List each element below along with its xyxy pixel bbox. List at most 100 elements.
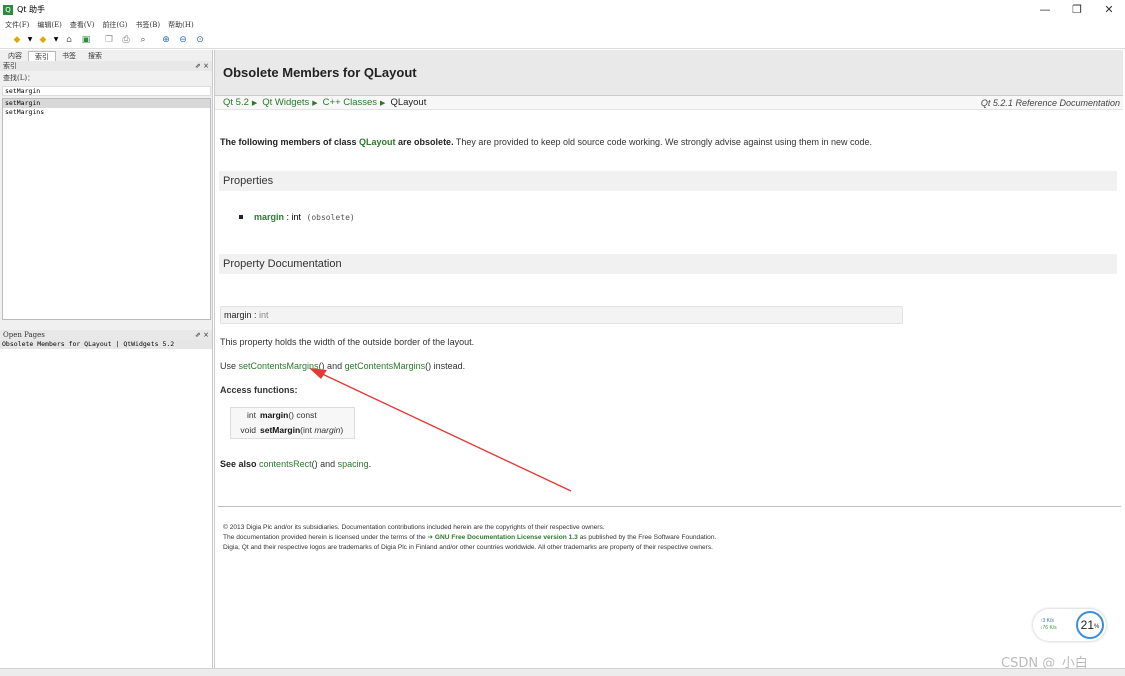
external-link-icon: ➜ <box>427 534 435 541</box>
usage-unit: % <box>1094 624 1100 630</box>
function-param: margin <box>314 425 341 435</box>
window-title: Qt 助手 <box>17 5 45 14</box>
tab-index[interactable]: 索引 <box>28 51 56 61</box>
text: Use <box>220 361 239 371</box>
download-speed: ↓76 K/s <box>1040 625 1057 631</box>
footer: © 2013 Digia Plc and/or its subsidiaries… <box>223 523 716 553</box>
function-name: margin <box>260 410 289 420</box>
minimize-button[interactable]: — <box>1029 0 1061 19</box>
property-doc-heading: Property Documentation <box>219 254 1117 274</box>
breadcrumb-qt[interactable]: Qt 5.2 <box>223 97 249 108</box>
zoom-out-icon[interactable]: ⊖ <box>176 33 190 47</box>
property-list-item: margin : int (obsolete) <box>239 212 355 222</box>
set-contents-margins-link[interactable]: setContentsMargins <box>239 361 319 371</box>
close-button[interactable]: ✕ <box>1093 0 1125 19</box>
tab-bookmarks[interactable]: 书签 <box>56 51 82 61</box>
bullet-icon <box>239 215 243 219</box>
return-type: void <box>240 425 256 435</box>
menu-help[interactable]: 帮助(H) <box>168 20 194 30</box>
function-signature: setMargin(int margin) <box>258 423 343 438</box>
dropdown-arrow-icon[interactable]: ▼ <box>53 33 59 47</box>
text: () instead. <box>425 361 466 371</box>
menu-bookmarks[interactable]: 书签(B) <box>136 20 161 30</box>
dropdown-arrow-icon[interactable]: ▼ <box>27 33 33 47</box>
home-icon[interactable]: ⌂ <box>62 33 76 47</box>
menu-file[interactable]: 文件(F) <box>5 20 29 30</box>
qt-assistant-icon: Q <box>3 4 13 15</box>
open-pages-dock: Open Pages ⇗ × Obsolete Members for QLay… <box>0 330 212 676</box>
qlayout-link[interactable]: QLayout <box>359 137 396 147</box>
open-page-item[interactable]: Obsolete Members for QLayout | QtWidgets… <box>0 340 212 349</box>
title-bar: Q Qt 助手 — ❐ ✕ <box>0 0 1125 19</box>
index-results-list: setMargin setMargins <box>2 98 211 320</box>
tab-contents[interactable]: 内容 <box>2 51 28 61</box>
dock-float-close-icon[interactable]: ⇗ × <box>195 62 209 70</box>
tab-search[interactable]: 搜索 <box>82 51 108 61</box>
list-item[interactable]: setMargins <box>3 108 210 117</box>
footer-copyright: © 2013 Digia Plc and/or its subsidiaries… <box>223 524 605 531</box>
access-functions-table: int margin() const void setMargin(int ma… <box>230 407 355 439</box>
reset-zoom-icon[interactable]: ⊙ <box>193 33 207 47</box>
page-title: Obsolete Members for QLayout <box>223 65 417 80</box>
status-bar <box>0 668 1125 676</box>
function-signature: margin() const <box>258 408 317 423</box>
see-also-line: See also contentsRect() and spacing. <box>220 459 371 469</box>
menu-view[interactable]: 查看(V) <box>70 20 95 30</box>
menu-go[interactable]: 前往(G) <box>102 20 127 30</box>
breadcrumb-qt-widgets[interactable]: Qt Widgets <box>262 97 309 108</box>
text: () and <box>318 361 345 371</box>
index-dock-title: 索引 ⇗ × <box>0 61 212 71</box>
spacing-link[interactable]: spacing <box>338 459 369 469</box>
gfdl-link[interactable]: GNU Free Documentation License version 1… <box>435 534 578 541</box>
dock-float-close-icon[interactable]: ⇗ × <box>195 331 209 339</box>
restore-button[interactable]: ❐ <box>1061 0 1093 19</box>
text: . <box>368 459 372 469</box>
function-args: ) <box>340 425 344 435</box>
breadcrumb-arrow-icon: ▶ <box>312 99 318 107</box>
properties-heading: Properties <box>219 171 1117 191</box>
find-label: 查找(L)： <box>3 74 35 82</box>
breadcrumb: Qt 5.2 ▶ Qt Widgets ▶ C++ Classes ▶ QLayout… <box>215 96 1123 110</box>
intro-text: are obsolete. <box>395 137 454 147</box>
list-item[interactable]: setMargin <box>3 99 210 108</box>
page-header: Obsolete Members for QLayout <box>215 50 1123 96</box>
contents-rect-link[interactable]: contentsRect <box>259 459 312 469</box>
open-pages-title: Open Pages ⇗ × <box>0 330 212 340</box>
obsolete-note: (obsolete) <box>306 212 355 222</box>
open-pages-label: Open Pages <box>3 331 45 339</box>
table-row: void setMargin(int margin) <box>231 423 354 438</box>
open-pages-list: Obsolete Members for QLayout | QtWidgets… <box>0 340 212 676</box>
function-args: () const <box>288 410 317 420</box>
intro-text: They are provided to keep old source cod… <box>453 137 872 147</box>
sync-contents-icon[interactable]: ▣ <box>79 33 93 47</box>
property-description: This property holds the width of the out… <box>220 337 475 347</box>
breadcrumb-current: QLayout <box>390 97 427 108</box>
forward-arrow-icon[interactable]: ◆ <box>36 33 50 47</box>
text: as published by the Free Software Founda… <box>577 534 717 541</box>
return-type: int <box>247 410 256 420</box>
index-search-input[interactable]: setMargin <box>2 86 211 96</box>
network-monitor-widget[interactable]: ↑3 K/s ↓76 K/s 21% <box>1033 609 1106 641</box>
see-also-label: See also <box>220 459 257 469</box>
table-row: int margin() const <box>231 408 354 423</box>
property-type: int <box>259 310 269 320</box>
margin-property-link[interactable]: margin <box>254 212 284 222</box>
access-functions-heading: Access functions: <box>220 385 298 395</box>
breadcrumb-arrow-icon: ▶ <box>251 99 258 107</box>
sidebar-tabs: 内容 索引 书签 搜索 <box>0 50 212 61</box>
copy-icon[interactable]: ❐ <box>102 33 116 47</box>
upload-speed: ↑3 K/s <box>1040 618 1054 624</box>
breadcrumb-cpp-classes[interactable]: C++ Classes <box>323 97 377 108</box>
property-signature: margin : int <box>220 306 903 324</box>
usage-gauge: 21% <box>1076 611 1104 639</box>
usage-value: 21 <box>1080 618 1094 632</box>
intro-text: The following members of class <box>220 137 360 147</box>
menu-edit[interactable]: 编辑(E) <box>37 20 62 30</box>
zoom-in-icon[interactable]: ⊕ <box>159 33 173 47</box>
footer-trademarks: Digia, Qt and their respective logos are… <box>223 544 713 551</box>
breadcrumb-arrow-icon: ▶ <box>380 99 386 107</box>
get-contents-margins-link[interactable]: getContentsMargins <box>345 361 426 371</box>
print-icon[interactable]: ⎙ <box>119 33 133 47</box>
back-arrow-icon[interactable]: ◆ <box>10 33 24 47</box>
find-in-text-icon[interactable]: ⌕ <box>136 33 150 47</box>
